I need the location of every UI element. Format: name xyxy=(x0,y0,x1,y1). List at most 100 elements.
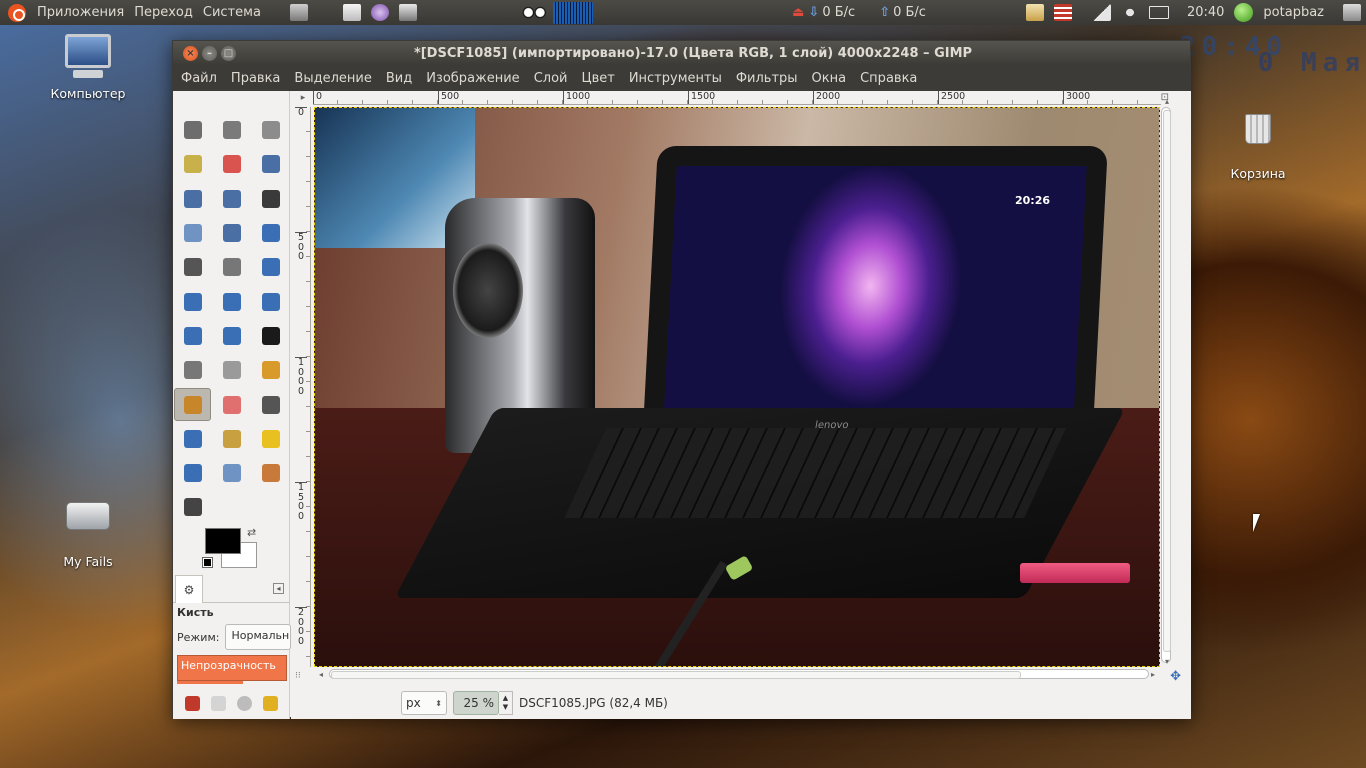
color-select-tool[interactable] xyxy=(212,147,251,181)
zoom-tool[interactable] xyxy=(173,216,212,250)
terminal-icon[interactable] xyxy=(289,4,308,21)
delete-options-icon[interactable] xyxy=(237,695,253,711)
eraser-tool[interactable] xyxy=(212,387,251,421)
menu-help[interactable]: Справка xyxy=(853,71,924,86)
paintbrush-tool[interactable] xyxy=(174,388,211,421)
reset-colors-icon[interactable] xyxy=(202,557,213,568)
text-tool[interactable] xyxy=(251,319,290,353)
menu-view[interactable]: Вид xyxy=(379,71,419,86)
menu-system[interactable]: Система xyxy=(198,0,266,25)
horizontal-ruler[interactable]: 0 500 1000 1500 2000 2500 3000 xyxy=(313,91,1161,105)
zoom-input[interactable]: 25 % xyxy=(453,691,499,715)
airbrush-tool[interactable] xyxy=(251,387,290,421)
ink-tool[interactable] xyxy=(173,422,212,456)
image-canvas[interactable]: 20:26 lenovo xyxy=(314,107,1160,667)
free-select-tool[interactable] xyxy=(251,113,290,147)
color-picker-tool[interactable] xyxy=(251,182,290,216)
menu-places[interactable]: Переход xyxy=(129,0,198,25)
menu-file[interactable]: Файл xyxy=(173,71,224,86)
blur-tool[interactable] xyxy=(212,456,251,490)
smudge-tool-icon xyxy=(261,464,280,483)
volume-icon[interactable] xyxy=(1120,4,1139,21)
perspective-clone-tool[interactable] xyxy=(173,456,212,490)
heal-tool[interactable] xyxy=(251,422,290,456)
clipboard-icon[interactable] xyxy=(1025,4,1044,21)
scissors-tool[interactable] xyxy=(251,147,290,181)
tool-options-tab-icon[interactable]: ⚙ xyxy=(175,575,203,603)
tab-menu-icon[interactable]: ◂ xyxy=(273,583,284,594)
scale-tool[interactable] xyxy=(173,284,212,318)
horizontal-scrollbar[interactable] xyxy=(329,669,1149,679)
flip-tool[interactable] xyxy=(173,319,212,353)
menu-edit[interactable]: Правка xyxy=(224,71,287,86)
signal-icon[interactable] xyxy=(1092,4,1111,21)
clock[interactable]: 20:40 xyxy=(1182,0,1229,25)
cage-tool[interactable] xyxy=(212,319,251,353)
scroll-up-icon[interactable]: ▴ xyxy=(1165,97,1169,106)
username[interactable]: potapbaz xyxy=(1258,0,1329,25)
desktop-icon-myfails[interactable]: My Fails xyxy=(38,488,138,569)
foreground-select-tool[interactable] xyxy=(173,182,212,216)
menu-layer[interactable]: Слой xyxy=(527,71,575,86)
status-icon[interactable] xyxy=(1234,3,1254,22)
align-tool[interactable] xyxy=(173,250,212,284)
rotate-tool[interactable] xyxy=(251,250,290,284)
crop-tool[interactable] xyxy=(212,250,251,284)
unit-select[interactable]: px ⬍ xyxy=(401,691,447,715)
ubuntu-logo-icon[interactable] xyxy=(8,3,26,22)
restore-options-icon[interactable] xyxy=(210,695,226,711)
vertical-scrollbar[interactable] xyxy=(1161,107,1171,663)
zoom-spinner-icon[interactable]: ▲ ▼ xyxy=(499,691,513,715)
text-tool-icon xyxy=(261,326,280,345)
smudge-tool[interactable] xyxy=(251,456,290,490)
move-tool[interactable] xyxy=(251,216,290,250)
menu-tools[interactable]: Инструменты xyxy=(622,71,729,86)
vertical-ruler[interactable]: 0 5 0 0 1 0 0 0 1 5 0 0 2 0 0 0 xyxy=(295,107,311,667)
power-icon[interactable] xyxy=(1343,4,1361,21)
fuzzy-select-tool[interactable] xyxy=(173,147,212,181)
dodge-burn-tool[interactable] xyxy=(173,490,212,524)
navigate-icon[interactable]: ✥ xyxy=(1170,669,1181,684)
perspective-tool[interactable] xyxy=(251,284,290,318)
pidgin-icon[interactable] xyxy=(370,4,389,21)
scroll-right-icon[interactable]: ▸ xyxy=(1151,670,1155,679)
close-icon[interactable]: × xyxy=(183,45,198,61)
camera-icon[interactable] xyxy=(398,4,417,21)
clone-tool[interactable] xyxy=(212,422,251,456)
pencil-tool[interactable] xyxy=(251,353,290,387)
window-titlebar[interactable]: × – □ *[DSCF1085] (импортировано)-17.0 (… xyxy=(173,41,1190,65)
keyboard-flag-icon[interactable] xyxy=(1053,4,1072,21)
menu-windows[interactable]: Окна xyxy=(805,71,854,86)
navigate-corner-icon[interactable]: ⁝⁝ xyxy=(295,671,301,681)
rect-select-tool[interactable] xyxy=(173,113,212,147)
opacity-slider[interactable]: Непрозрачность xyxy=(177,655,287,684)
measure-tool[interactable] xyxy=(212,216,251,250)
paintbrush-tool-icon xyxy=(183,395,202,414)
blend-tool[interactable] xyxy=(212,353,251,387)
desktop-icon-computer[interactable]: Компьютер xyxy=(38,34,138,101)
menu-colors[interactable]: Цвет xyxy=(574,71,621,86)
quick-mask-corner-icon[interactable]: ▸ xyxy=(295,91,311,105)
desktop-icon-trash[interactable]: Корзина xyxy=(1208,110,1308,181)
menu-applications[interactable]: Приложения xyxy=(32,0,129,25)
reset-options-icon[interactable] xyxy=(263,695,279,711)
paths-tool[interactable] xyxy=(212,182,251,216)
menu-select[interactable]: Выделение xyxy=(287,71,378,86)
shear-tool[interactable] xyxy=(212,284,251,318)
ellipse-select-tool[interactable] xyxy=(212,113,251,147)
status-bar: px ⬍ 25 % ▲ ▼ DSCF1085.JPG (82,4 МБ) xyxy=(291,687,1191,719)
swap-colors-icon[interactable]: ⇄ xyxy=(247,526,256,539)
foreground-color[interactable] xyxy=(205,528,241,554)
notes-icon[interactable] xyxy=(342,4,361,21)
zoom-value: 25 % xyxy=(463,696,495,710)
menu-image[interactable]: Изображение xyxy=(419,71,526,86)
minimize-icon[interactable]: – xyxy=(202,45,217,61)
bucket-fill-tool[interactable] xyxy=(173,353,212,387)
menu-filters[interactable]: Фильтры xyxy=(729,71,805,86)
save-options-icon[interactable] xyxy=(184,695,200,711)
mail-icon[interactable] xyxy=(1148,6,1169,19)
scroll-down-icon[interactable]: ▾ xyxy=(1165,657,1169,666)
mode-select[interactable]: Нормальный xyxy=(225,624,292,650)
scroll-left-icon[interactable]: ◂ xyxy=(319,670,323,679)
maximize-icon[interactable]: □ xyxy=(221,45,236,61)
